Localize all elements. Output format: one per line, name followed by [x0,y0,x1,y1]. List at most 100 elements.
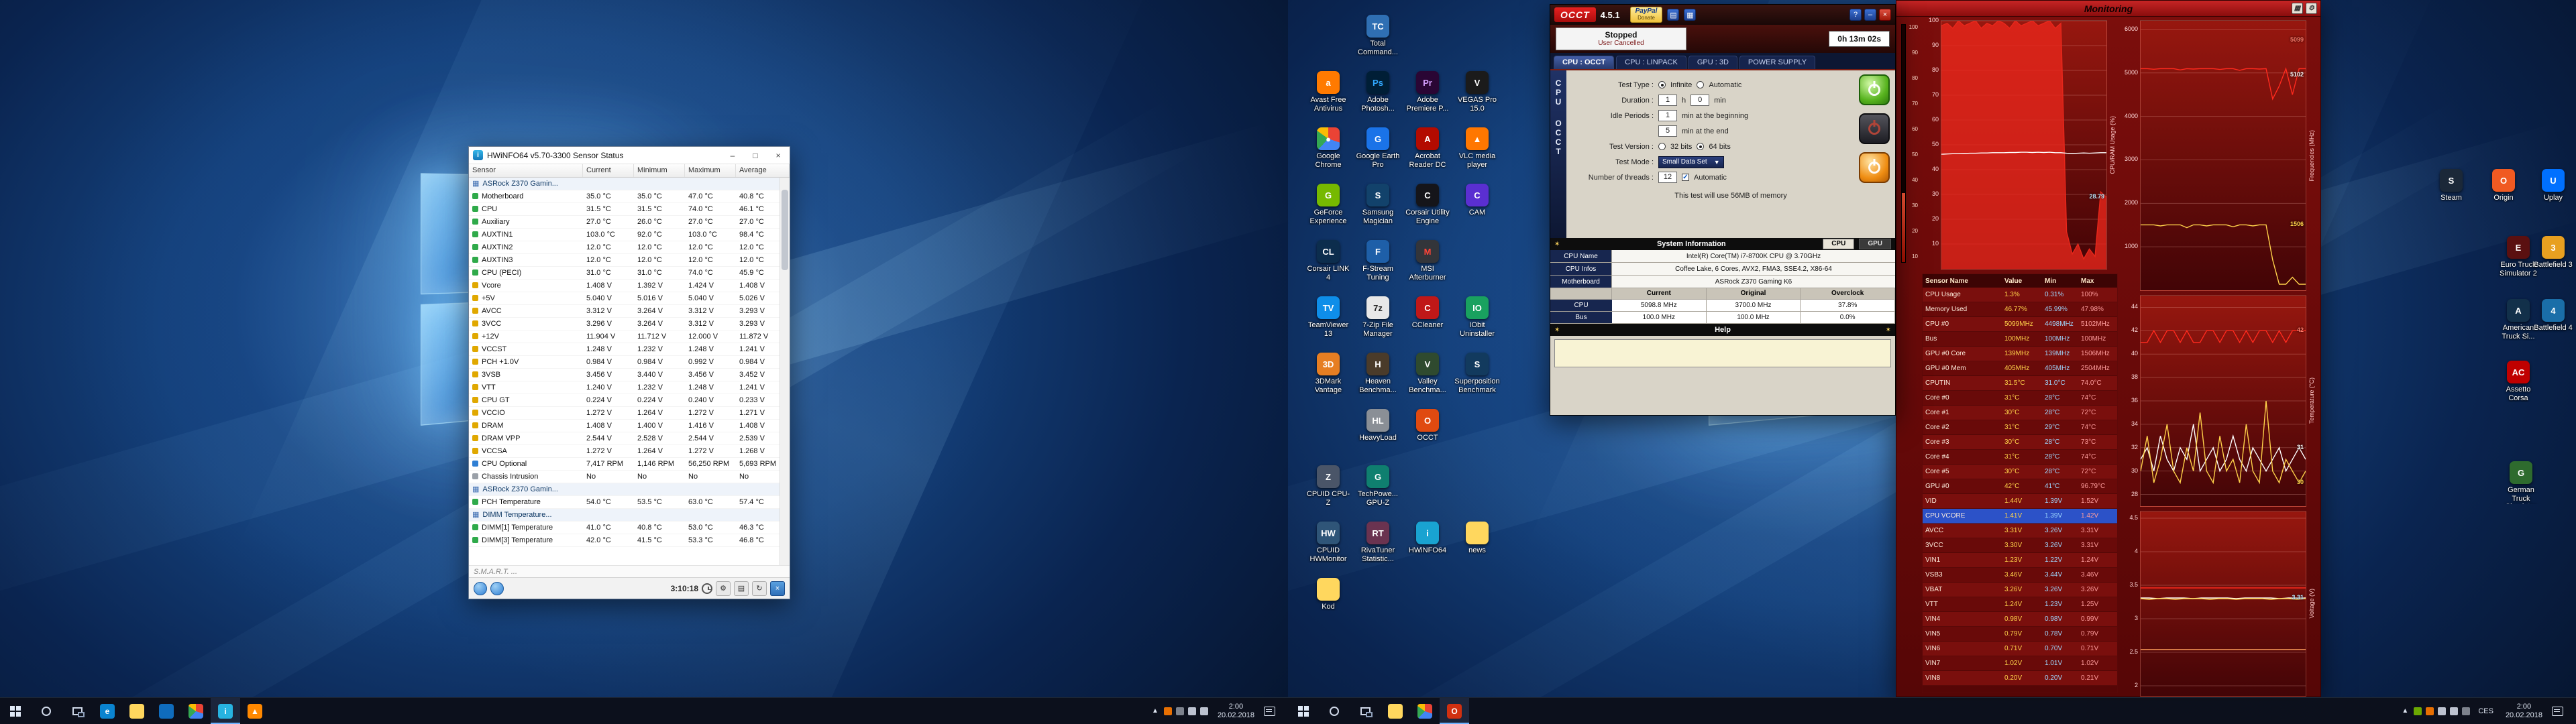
desktop-icon-teamviewer-13[interactable]: TVTeamViewer 13 [1305,296,1352,338]
action-center-icon[interactable] [2552,707,2563,716]
desktop-icon-cpuid-hwmonitor[interactable]: HWCPUID HWMonitor [1305,522,1352,563]
tray-expand-icon[interactable]: ▲ [1152,707,1159,715]
desktop-icon-occt[interactable]: OOCCT [1404,409,1451,442]
monitor-row-3vcc[interactable]: 3VCC3.30V3.26V3.31V [1923,538,2117,553]
radio-automatic[interactable] [1697,81,1704,88]
duration-hours-input[interactable]: 1 [1658,95,1677,106]
taskbar-app-file-explorer[interactable] [1381,698,1410,724]
sensor-group-dimm-temperature[interactable]: ▦DIMM Temperature... [469,509,780,522]
sensor-row-chassis-intrusion[interactable]: Chassis IntrusionNoNoNoNo [469,471,780,483]
tab-gpu-3d[interactable]: GPU : 3D [1688,56,1737,69]
action-center-icon[interactable] [1264,707,1275,716]
monitor-row-core-5[interactable]: Core #530°C28°C72°C [1923,465,2117,479]
network-tray-icon[interactable] [1200,707,1208,715]
sysinfo-tab-cpu[interactable]: CPU [1823,239,1854,249]
sensor-row-cpu-optional[interactable]: CPU Optional7,417 RPM1,146 RPM56,250 RPM… [469,458,780,471]
threads-input[interactable]: 12 [1658,172,1677,183]
desktop-icon-heaven-benchma[interactable]: HHeaven Benchma... [1354,353,1401,394]
language-indicator[interactable]: CES [2475,707,2496,715]
desktop-icon-vegas-pro-15-0[interactable]: VVEGAS Pro 15.0 [1454,71,1501,113]
sensor-row-vtt[interactable]: VTT1.240 V1.232 V1.248 V1.241 V [469,381,780,394]
tool-button-1[interactable]: ▤ [1667,9,1679,21]
desktop-icon-cam[interactable]: CCAM [1454,184,1501,217]
sensor-row-vccst[interactable]: VCCST1.248 V1.232 V1.248 V1.241 V [469,343,780,356]
sensor-group-asrock-z370-gamin[interactable]: ▦ASRock Z370 Gamin... [469,483,780,496]
sensor-row-auxiliary[interactable]: Auxiliary27.0 °C26.0 °C27.0 °C27.0 °C [469,216,780,229]
monitor-row-core-1[interactable]: Core #130°C28°C72°C [1923,406,2117,420]
radio-infinite[interactable] [1658,81,1666,88]
sensor-row-pch-1-0v[interactable]: PCH +1.0V0.984 V0.984 V0.992 V0.984 V [469,356,780,369]
taskbar-app-store[interactable] [152,698,181,724]
settings-round-icon[interactable] [474,582,487,595]
test-mode-dropdown[interactable]: Small Data Set ▼ [1658,156,1724,168]
desktop-icon-valley-benchma[interactable]: VValley Benchma... [1404,353,1451,394]
desktop-icon-hwinfo64[interactable]: iHWiNFO64 [1404,522,1451,555]
desktop-icon-battlefield-3[interactable]: 3Battlefield 3 [2532,236,2575,269]
paypal-donate-button[interactable]: PayPal Donate [1630,7,1663,23]
taskbar-clock[interactable]: 2:00 20.02.2018 [1214,703,1258,720]
gear-icon[interactable]: ⚙ [716,581,731,596]
gear-icon[interactable]: ⚙ [2306,3,2317,14]
desktop-icon-heavyload[interactable]: HLHeavyLoad [1354,409,1401,442]
sensor-row-3vsb[interactable]: 3VSB3.456 V3.440 V3.456 V3.452 V [469,369,780,381]
sensors-round-icon[interactable] [490,582,504,595]
desktop-icon-f-stream-tuning[interactable]: FF-Stream Tuning [1354,240,1401,282]
monitor-row-vin5[interactable]: VIN50.79V0.78V0.79V [1923,627,2117,642]
tray-expand-icon[interactable]: ▲ [2402,707,2408,715]
avast-tray-icon[interactable] [1164,707,1172,715]
tab-cpu-linpack[interactable]: CPU : LINPACK [1616,56,1686,69]
tab-cpu-occt[interactable]: CPU : OCCT [1554,56,1614,69]
scrollbar[interactable] [780,178,790,565]
monitor-row-vsb3[interactable]: VSB33.46V3.44V3.46V [1923,568,2117,583]
desktop-icon-vlc-media-player[interactable]: ▲VLC media player [1454,127,1501,169]
sysinfo-tab-gpu[interactable]: GPU [1859,239,1891,249]
sensor-row-cpu[interactable]: CPU31.5 °C31.5 °C74.0 °C46.1 °C [469,203,780,216]
desktop-icon-msi-afterburner[interactable]: MMSI Afterburner [1404,240,1451,282]
desktop-icon-german-truck-simulator[interactable]: GGerman Truck Simulator [2500,461,2542,504]
desktop-icon-assetto-corsa[interactable]: ACAssetto Corsa [2497,361,2540,402]
hwinfo-titlebar[interactable]: i HWiNFO64 v5.70-3300 Sensor Status – □ … [469,147,790,164]
desktop-icon-rivatuner-statistic[interactable]: RTRivaTuner Statistic... [1354,522,1401,563]
monitor-row-vin8[interactable]: VIN80.20V0.20V0.21V [1923,671,2117,686]
sensor-row-12v[interactable]: +12V11.904 V11.712 V12.000 V11.872 V [469,330,780,343]
monitor-row-gpu-0-mem[interactable]: GPU #0 Mem405MHz405MHz2504MHz [1923,361,2117,376]
close-sensors-button[interactable]: × [770,581,785,596]
monitor-row-cpu-0[interactable]: CPU #05099MHz4498MHz5102MHz [1923,317,2117,332]
monitor-row-core-0[interactable]: Core #031°C28°C74°C [1923,391,2117,406]
monitor-row-cpu-vcore[interactable]: CPU VCORE1.41V1.39V1.42V [1923,509,2117,524]
sensor-row-auxtin1[interactable]: AUXTIN1103.0 °C92.0 °C103.0 °C98.4 °C [469,229,780,241]
sensor-row-dimm-3-temperature[interactable]: DIMM[3] Temperature42.0 °C41.5 °C53.3 °C… [469,534,780,547]
report-icon[interactable]: ▤ [734,581,749,596]
sensor-row-auxtin3[interactable]: AUXTIN312.0 °C12.0 °C12.0 °C12.0 °C [469,254,780,267]
nvidia-tray-icon[interactable] [2414,707,2422,715]
desktop-icon-avast-free-antivirus[interactable]: aAvast Free Antivirus [1305,71,1352,113]
monitor-row-vin1[interactable]: VIN11.23V1.22V1.24V [1923,553,2117,568]
sensor-row-dram[interactable]: DRAM1.408 V1.400 V1.416 V1.408 V [469,420,780,432]
close-button[interactable]: × [1879,9,1891,21]
avast-tray-icon[interactable] [2426,707,2434,715]
desktop-icon-corsair-link-4[interactable]: CLCorsair LINK 4 [1305,240,1352,282]
sensor-row-vcore[interactable]: Vcore1.408 V1.392 V1.424 V1.408 V [469,280,780,292]
help-button[interactable]: ? [1849,9,1862,21]
options-button[interactable] [1859,152,1890,183]
monitor-row-cputin[interactable]: CPUTIN31.5°C31.0°C74.0°C [1923,376,2117,391]
monitor-row-gpu-0[interactable]: GPU #042°C41°C96.79°C [1923,479,2117,494]
monitor-row-vtt[interactable]: VTT1.24V1.23V1.25V [1923,597,2117,612]
monitor-row-core-3[interactable]: Core #330°C28°C73°C [1923,435,2117,450]
monitor-row-core-4[interactable]: Core #431°C28°C74°C [1923,450,2117,465]
minimize-button[interactable]: – [1864,9,1876,21]
search-button[interactable] [1319,698,1350,724]
taskbar-app-hwinfo[interactable]: i [211,698,240,724]
task-view-button[interactable] [62,698,93,724]
column-minimum[interactable]: Minimum [634,164,685,177]
radio-64-bits[interactable] [1697,143,1704,150]
monitor-row-vin6[interactable]: VIN60.71V0.70V0.71V [1923,642,2117,656]
desktop-icon-origin[interactable]: OOrigin [2482,169,2525,202]
monitor-row-cpu-usage[interactable]: CPU Usage1.3%0.31%100% [1923,288,2117,302]
sensor-row-cpu-gt[interactable]: CPU GT0.224 V0.224 V0.240 V0.233 V [469,394,780,407]
usb-tray-icon[interactable] [2462,707,2470,715]
taskbar-app-occt[interactable]: O [1440,698,1469,724]
desktop-icon-corsair-utility-engine[interactable]: CCorsair Utility Engine [1404,184,1451,225]
desktop-icon-7-zip-file-manager[interactable]: 7z7-Zip File Manager [1354,296,1401,338]
desktop-icon-acrobat-reader-dc[interactable]: AAcrobat Reader DC [1404,127,1451,169]
